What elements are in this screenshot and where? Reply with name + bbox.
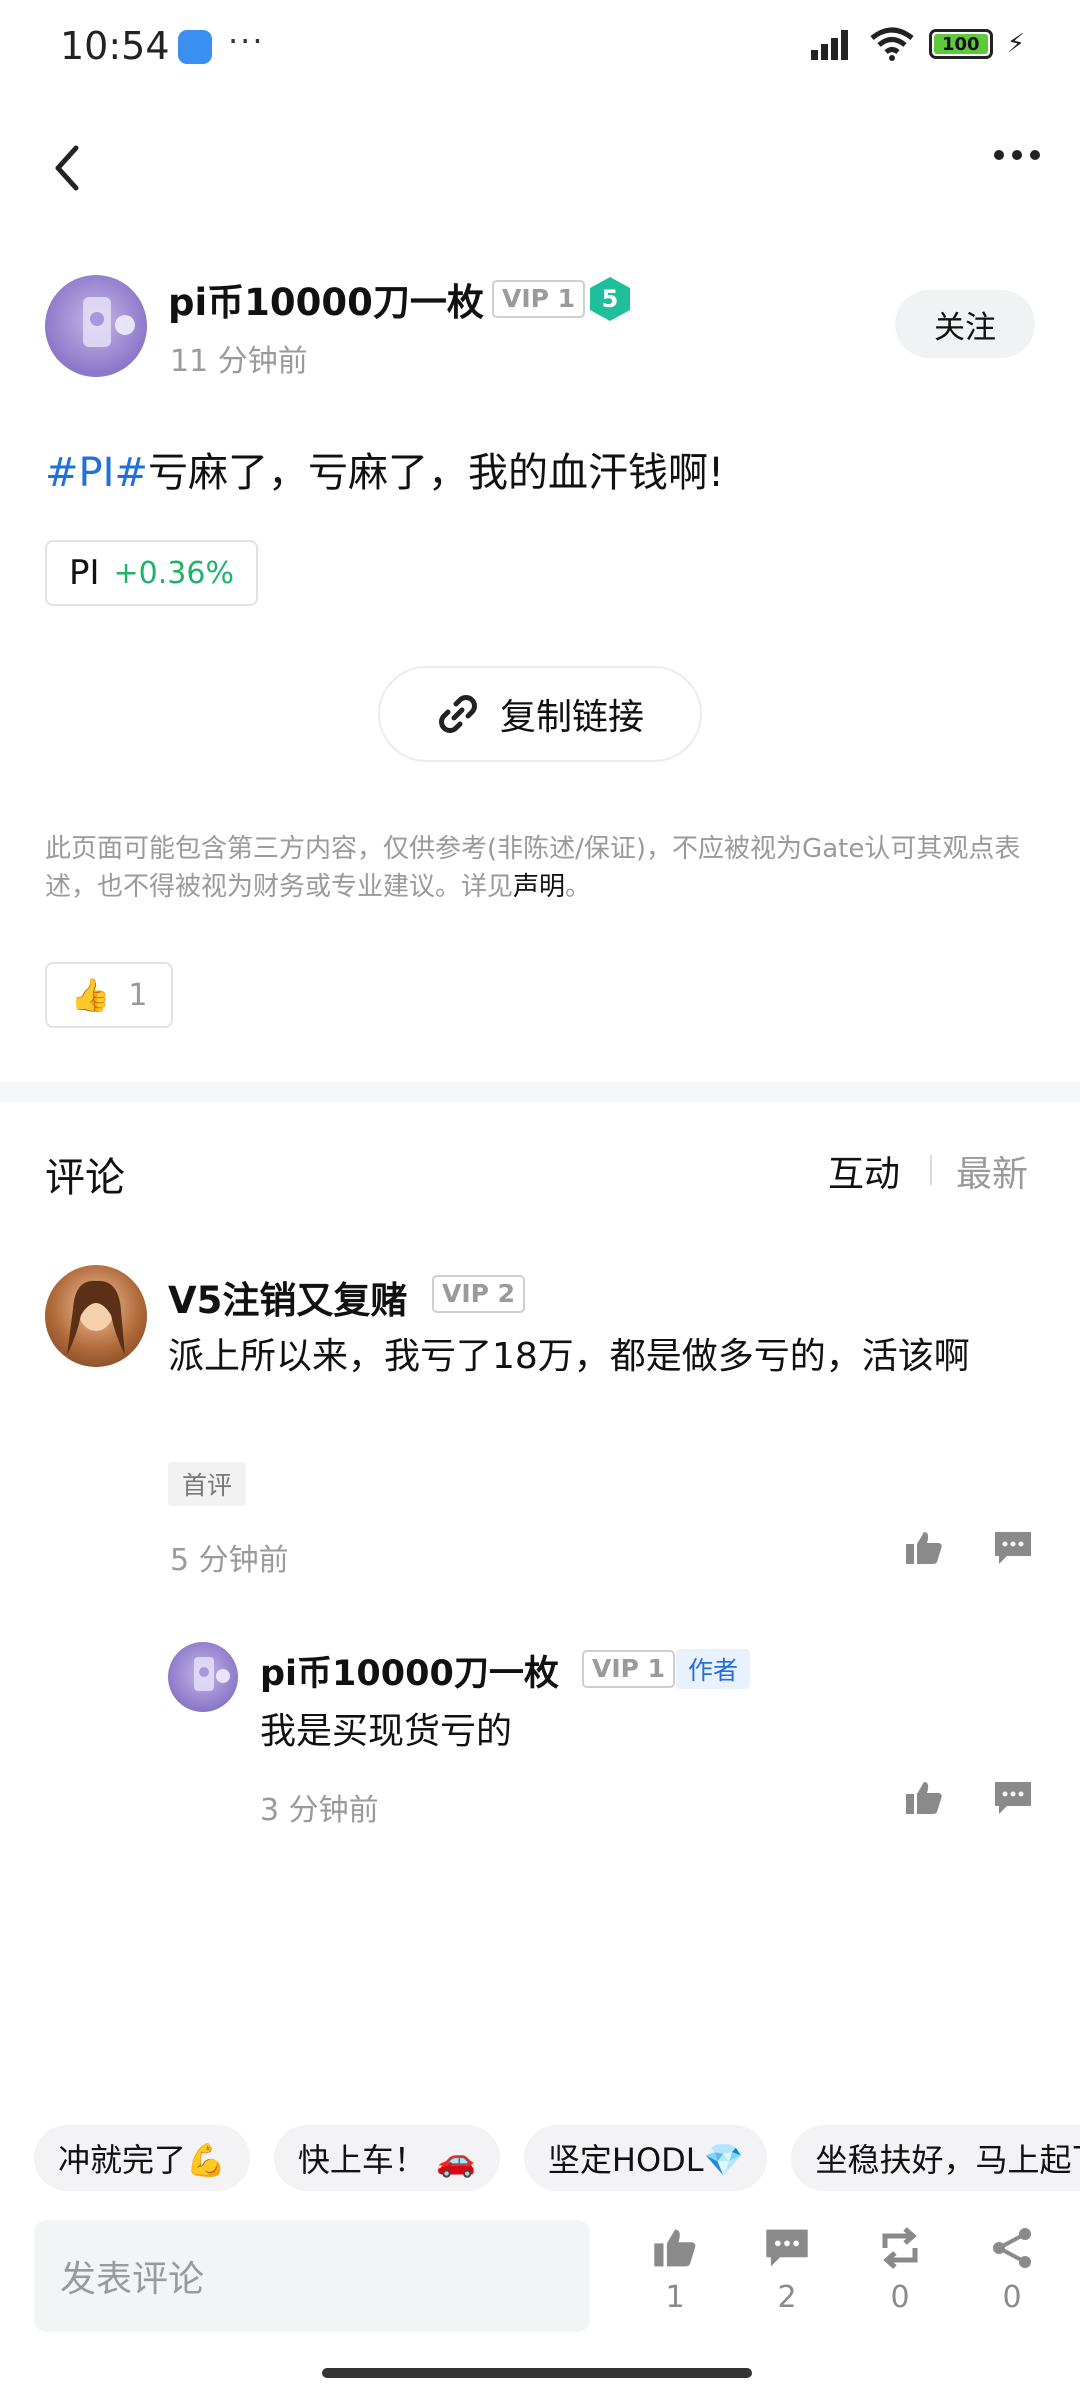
more-options-icon[interactable] [994, 150, 1040, 160]
battery-level: 100 [933, 34, 988, 55]
coin-chip[interactable]: PI +0.36% [45, 540, 258, 606]
repost-icon [882, 2227, 918, 2269]
comment-action[interactable]: 2 [747, 2226, 827, 2315]
reply-text: 我是买现货亏的 [260, 1711, 513, 1752]
quick-reply-chip[interactable]: 快上车！ 🚗 [273, 2125, 500, 2191]
level-badge: 5 [590, 277, 630, 321]
sort-interactive-tab[interactable]: 互动 [828, 1145, 900, 1197]
more-notifications-icon: ··· [228, 22, 265, 60]
back-arrow-icon[interactable] [48, 138, 88, 198]
share-action[interactable]: 0 [972, 2226, 1052, 2315]
home-indicator[interactable] [322, 2368, 752, 2378]
like-count: 1 [665, 2280, 685, 2315]
disclaimer-link[interactable]: 声明 [513, 872, 565, 902]
comment-text: 派上所以来，我亏了18万，都是做多亏的，活该啊 [168, 1336, 970, 1377]
wifi-icon [870, 27, 914, 61]
author-name[interactable]: pi币10000刀一枚 [168, 272, 484, 326]
post-time: 11 分钟前 [170, 344, 308, 379]
quick-reply-row: 冲就完了💪 快上车！ 🚗 坚定HODL💎 坐稳扶好，马上起飞 [34, 2125, 1080, 2191]
post-like-button[interactable]: 👍 1 [45, 962, 173, 1028]
hashtag-link[interactable]: #PI# [45, 450, 148, 496]
comment-input[interactable]: 发表评论 [34, 2220, 590, 2332]
reply-author-avatar[interactable] [168, 1642, 238, 1712]
reply-icon[interactable] [993, 1530, 1033, 1566]
status-icons: 100 ⚡ [805, 26, 1025, 62]
charging-icon: ⚡ [1006, 29, 1025, 59]
follow-button[interactable]: 关注 [895, 290, 1035, 358]
quick-reply-chip[interactable]: 冲就完了💪 [34, 2125, 250, 2191]
comment-time: 5 分钟前 [170, 1543, 289, 1578]
coin-change: +0.36% [113, 555, 234, 591]
like-action[interactable]: 1 [635, 2226, 715, 2315]
vip-badge: VIP 1 [582, 1650, 676, 1688]
status-time: 10:54 [60, 24, 170, 68]
thumbs-up-emoji-icon: 👍 [70, 976, 111, 1014]
comment-icon [766, 2229, 808, 2267]
copy-link-label: 复制链接 [499, 697, 644, 738]
copy-link-button[interactable]: 复制链接 [378, 666, 702, 762]
quick-reply-chip[interactable]: 坐稳扶好，马上起飞 [791, 2125, 1080, 2191]
reply-author-name[interactable]: pi币10000刀一枚 [260, 1645, 559, 1696]
section-divider [0, 1082, 1080, 1102]
sort-divider [930, 1155, 932, 1185]
coin-symbol: PI [69, 553, 100, 593]
first-comment-tag: 首评 [168, 1462, 247, 1506]
reply-icon[interactable] [993, 1780, 1033, 1816]
thumbs-up-icon[interactable] [904, 1780, 944, 1816]
link-icon [439, 695, 477, 733]
app-notification-icon [178, 30, 212, 64]
reply-time: 3 分钟前 [260, 1793, 379, 1828]
disclaimer-text: 此页面可能包含第三方内容，仅供参考(非陈述/保证)，不应被视为Gate认可其观点… [45, 834, 1021, 902]
post-like-count: 1 [128, 977, 148, 1013]
thumbs-up-icon[interactable] [904, 1530, 944, 1566]
comments-title: 评论 [45, 1155, 125, 1201]
post-content: #PI#亏麻了，亏麻了，我的血汗钱啊! [45, 440, 724, 498]
share-count: 0 [1002, 2280, 1022, 2315]
post-text: 亏麻了，亏麻了，我的血汗钱啊! [147, 450, 724, 496]
vip-badge: VIP 2 [432, 1275, 526, 1313]
battery-icon: 100 [928, 29, 993, 59]
commenter-avatar[interactable] [45, 1265, 147, 1367]
thumbs-up-icon [654, 2229, 696, 2267]
author-avatar[interactable] [45, 275, 147, 377]
commenter-name[interactable]: V5注销又复赌 [168, 1270, 407, 1324]
repost-count: 0 [890, 2280, 910, 2315]
repost-action[interactable]: 0 [860, 2226, 940, 2315]
comment-count: 2 [777, 2280, 797, 2315]
vip-badge: VIP 1 [492, 280, 586, 318]
signal-icon [805, 26, 855, 62]
share-icon [993, 2228, 1031, 2268]
author-tag: 作者 [676, 1649, 751, 1689]
sort-latest-tab[interactable]: 最新 [956, 1145, 1028, 1197]
quick-reply-chip[interactable]: 坚定HODL💎 [523, 2125, 768, 2191]
